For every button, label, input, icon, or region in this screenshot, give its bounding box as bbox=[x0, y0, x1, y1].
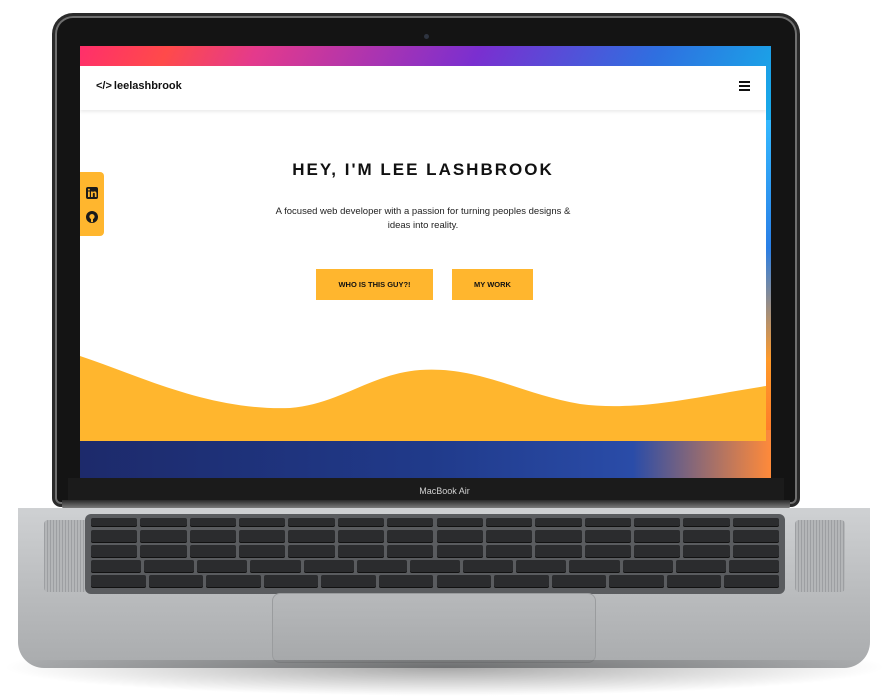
keyboard-key bbox=[683, 545, 730, 557]
keyboard-key bbox=[436, 518, 483, 526]
keyboard-key bbox=[206, 575, 261, 587]
keyboard-key bbox=[683, 530, 730, 542]
keyboard-key bbox=[387, 518, 434, 526]
keyboard-key bbox=[584, 518, 631, 526]
keyboard-key bbox=[387, 530, 434, 542]
keyboard-key bbox=[436, 530, 483, 542]
keyboard-key bbox=[140, 518, 187, 526]
site-navbar: </> leelashbrook bbox=[80, 66, 766, 110]
keyboard-key bbox=[551, 575, 607, 587]
keyboard-key bbox=[303, 560, 354, 572]
keyboard-key bbox=[633, 530, 681, 542]
keyboard-key bbox=[140, 545, 187, 557]
keyboard-key bbox=[485, 545, 533, 557]
keyboard-key bbox=[197, 560, 248, 572]
keyboard-key bbox=[148, 575, 204, 587]
keyboard-key bbox=[622, 560, 673, 572]
keyboard-key bbox=[378, 575, 434, 587]
keyboard-key bbox=[189, 518, 237, 526]
keyboard-key bbox=[189, 530, 237, 542]
keyboard-key bbox=[337, 518, 385, 526]
keyboard-key bbox=[516, 560, 567, 572]
webcam bbox=[424, 34, 429, 39]
speaker-grille-right bbox=[795, 520, 845, 592]
keyboard-key bbox=[337, 530, 385, 542]
hamburger-menu-icon[interactable] bbox=[739, 81, 750, 91]
keyboard-key bbox=[732, 545, 779, 557]
keyboard-key bbox=[409, 560, 461, 572]
keyboard-key bbox=[356, 560, 407, 572]
logo-text: leelashbrook bbox=[113, 80, 182, 92]
device-label: MacBook Air bbox=[419, 486, 470, 496]
github-icon[interactable] bbox=[86, 210, 98, 223]
who-is-this-guy-button[interactable]: WHO IS THIS GUY?! bbox=[316, 269, 433, 300]
keyboard-key bbox=[494, 575, 549, 587]
keyboard-key bbox=[239, 530, 286, 542]
keyboard-key bbox=[724, 575, 779, 587]
linkedin-icon[interactable] bbox=[86, 186, 98, 199]
keyboard-key bbox=[387, 545, 434, 557]
trackpad bbox=[272, 593, 596, 663]
my-work-button[interactable]: MY WORK bbox=[452, 269, 533, 300]
keyboard-key bbox=[91, 575, 146, 587]
keyboard-key bbox=[535, 530, 582, 542]
keyboard-key bbox=[535, 518, 582, 526]
keyboard-key bbox=[263, 575, 319, 587]
keyboard-key bbox=[485, 530, 533, 542]
keyboard-key bbox=[288, 530, 335, 542]
keyboard-key bbox=[436, 545, 483, 557]
hero-heading: HEY, I'M LEE LASHBROOK bbox=[292, 160, 554, 179]
keyboard-key bbox=[140, 530, 187, 542]
keyboard-key bbox=[633, 518, 681, 526]
keyboard-key bbox=[485, 518, 533, 526]
keyboard-key bbox=[666, 575, 722, 587]
logo-code-glyph: </> bbox=[96, 80, 112, 92]
keyboard-key bbox=[569, 560, 620, 572]
keyboard-key bbox=[584, 530, 631, 542]
keyboard-key bbox=[189, 545, 237, 557]
keyboard-key bbox=[584, 545, 631, 557]
keyboard-key bbox=[732, 530, 779, 542]
hero-tagline: A focused web developer with a passion f… bbox=[275, 206, 571, 231]
keyboard-key bbox=[728, 560, 779, 572]
keyboard-key bbox=[91, 530, 138, 542]
website-viewport: </> leelashbrook HEY, I'M LEE LASHBROOK A… bbox=[80, 66, 766, 441]
keyboard-key bbox=[337, 545, 385, 557]
floor-shadow bbox=[0, 660, 889, 696]
keyboard-key bbox=[288, 545, 335, 557]
keyboard-key bbox=[436, 575, 492, 587]
keyboard-key bbox=[91, 560, 142, 572]
keyboard-key bbox=[683, 518, 730, 526]
keyboard bbox=[85, 514, 785, 594]
keyboard-key bbox=[609, 575, 664, 587]
hero-wave-decoration bbox=[80, 356, 766, 441]
site-logo[interactable]: </> leelashbrook bbox=[96, 80, 182, 92]
keyboard-key bbox=[675, 560, 726, 572]
keyboard-key bbox=[239, 545, 286, 557]
keyboard-key bbox=[633, 545, 681, 557]
keyboard-key bbox=[732, 518, 779, 526]
keyboard-key bbox=[321, 575, 376, 587]
keyboard-key bbox=[91, 518, 138, 526]
keyboard-key bbox=[288, 518, 335, 526]
keyboard-key bbox=[239, 518, 286, 526]
keyboard-key bbox=[463, 560, 514, 572]
keyboard-key bbox=[144, 560, 195, 572]
keyboard-key bbox=[91, 545, 138, 557]
keyboard-key bbox=[250, 560, 301, 572]
keyboard-key bbox=[535, 545, 582, 557]
social-links-bar bbox=[80, 172, 104, 236]
